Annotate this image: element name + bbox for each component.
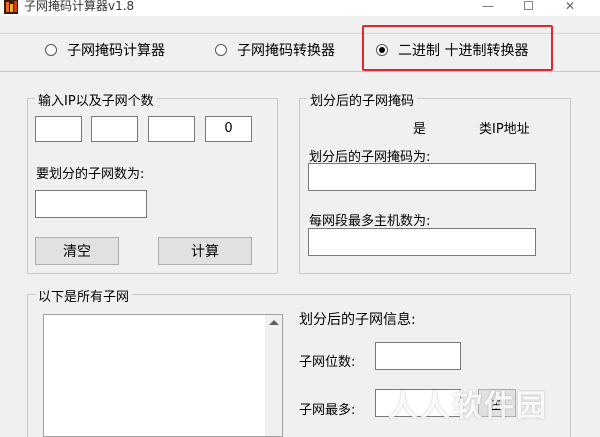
subnet-info-heading: 划分后的子网信息: — [299, 312, 416, 328]
watermark: 人人软件园 — [388, 389, 548, 424]
close-icon: ✕ — [564, 0, 576, 13]
ip-class-label: 类IP地址 — [479, 122, 530, 137]
ip-octet-3-input[interactable] — [148, 116, 195, 142]
tab-label: 子网掩码计算器 — [67, 43, 165, 59]
input-group-legend: 输入IP以及子网个数 — [35, 90, 157, 109]
maximize-icon — [523, 1, 533, 10]
tab-subnet-mask-calculator[interactable]: 子网掩码计算器 — [45, 40, 165, 60]
subnet-bits-label: 子网位数: — [299, 355, 356, 370]
close-button[interactable]: ✕ — [550, 0, 590, 16]
window-title: 子网掩码计算器v1.8 — [24, 0, 135, 13]
calculate-button[interactable]: 计算 — [158, 237, 252, 265]
app-icon — [4, 0, 18, 14]
minimize-button[interactable]: — — [468, 0, 508, 16]
clear-button[interactable]: 清空 — [35, 237, 119, 265]
maximize-button[interactable] — [508, 0, 548, 16]
radio-unchecked-icon — [215, 44, 227, 56]
subnets-group-legend: 以下是所有子网 — [35, 286, 133, 305]
tab-subnet-mask-converter[interactable]: 子网掩码转换器 — [215, 40, 335, 60]
max-subnets-label: 子网最多: — [299, 403, 356, 418]
max-hosts-output[interactable] — [308, 228, 536, 256]
scrollbar[interactable] — [265, 315, 282, 436]
minimize-icon: — — [482, 0, 494, 13]
tab-label: 子网掩码转换器 — [237, 43, 335, 59]
radio-unchecked-icon — [45, 44, 57, 56]
title-bar: 子网掩码计算器v1.8 — ✕ — [0, 0, 600, 16]
subnet-bits-output[interactable] — [375, 342, 461, 370]
subnet-count-label: 要划分的子网数为: — [36, 167, 145, 182]
ip-octet-2-input[interactable] — [91, 116, 138, 142]
ip-octet-1-input[interactable] — [35, 116, 82, 142]
max-hosts-label: 每网段最多主机数为: — [309, 214, 431, 229]
is-label: 是 — [413, 122, 427, 137]
highlight-annotation — [362, 25, 553, 71]
scroll-up-icon[interactable] — [269, 320, 279, 325]
subnet-count-input[interactable]: 0 — [205, 116, 252, 142]
subnet-list[interactable] — [43, 314, 283, 437]
subnets-to-divide-input[interactable] — [35, 190, 147, 218]
mask-group-legend: 划分后的子网掩码 — [307, 90, 418, 109]
subnet-mask-output[interactable] — [308, 163, 536, 191]
